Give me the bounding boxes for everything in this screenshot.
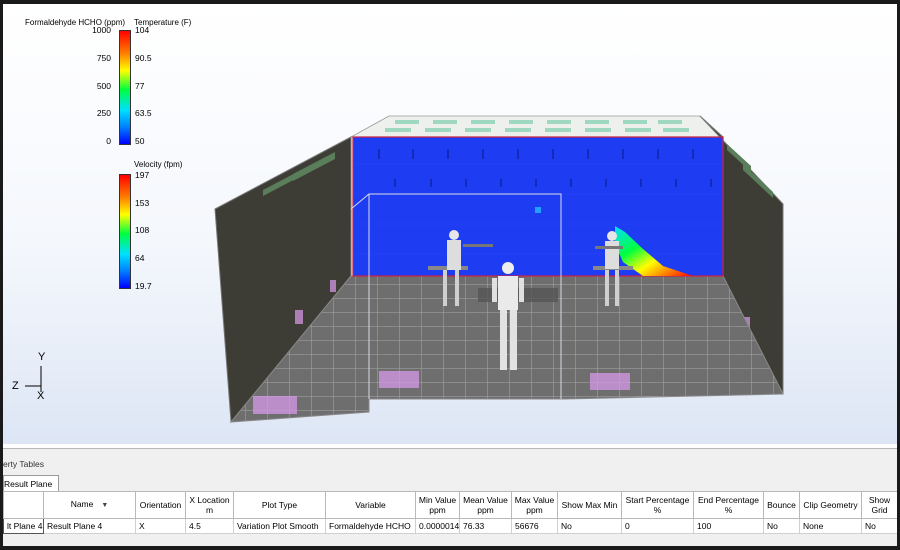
cell-start-percentage[interactable]: 0: [621, 518, 694, 534]
cell-clip-geometry[interactable]: None: [799, 518, 862, 534]
col-header-select[interactable]: [3, 491, 44, 519]
col-header-x-location[interactable]: X Location m: [185, 491, 234, 519]
cell-end-percentage[interactable]: 100: [693, 518, 764, 534]
axis-triad: [25, 366, 42, 392]
col-header-plot-type[interactable]: Plot Type: [233, 491, 326, 519]
app-window: Formaldehyde HCHO (ppm) Temperature (F) …: [3, 4, 897, 546]
sort-down-icon[interactable]: ▼: [101, 501, 108, 511]
axis-y-label: Y: [38, 351, 46, 363]
cell-max-value[interactable]: 56676: [511, 518, 558, 534]
cell-plot-type[interactable]: Variation Plot Smooth: [233, 518, 326, 534]
col-header-end-percentage[interactable]: End Percentage%: [693, 491, 764, 519]
cell-variable[interactable]: Formaldehyde HCHO: [325, 518, 416, 534]
cell-row-label[interactable]: lt Plane 4: [3, 518, 44, 534]
col-header-variable[interactable]: Variable: [325, 491, 416, 519]
col-header-bounce[interactable]: Bounce: [763, 491, 800, 519]
tab-result-plane[interactable]: Result Plane: [3, 475, 60, 492]
col-header-show-max-min[interactable]: Show Max Min: [557, 491, 622, 519]
result-plane-back: [352, 136, 724, 277]
cell-x-location[interactable]: 4.5: [185, 518, 234, 534]
col-header-min-value[interactable]: Min Value ppm: [415, 491, 460, 519]
col-header-start-percentage[interactable]: Start Percentage%: [621, 491, 694, 519]
col-header-orientation[interactable]: Orientation: [135, 491, 186, 519]
floor-vent-2: [379, 371, 419, 388]
col-header-clip-geometry[interactable]: Clip Geometry: [799, 491, 862, 519]
axis-x-label: X: [37, 390, 45, 402]
ceiling: [350, 115, 725, 138]
left-wall-vent: [295, 310, 303, 324]
cell-mean-value[interactable]: 76.33: [459, 518, 512, 534]
col-header-show-grid[interactable]: Show Grid: [861, 491, 897, 519]
col-header-mean-value[interactable]: Mean Value ppm: [459, 491, 512, 519]
3d-viewport[interactable]: Formaldehyde HCHO (ppm) Temperature (F) …: [3, 4, 897, 444]
room-scene[interactable]: [3, 4, 897, 444]
floor-vent-1: [253, 396, 297, 414]
left-wall-vent-2: [330, 280, 336, 292]
panel-title: erty Tables: [3, 459, 44, 469]
result-plane-table: Name ▼ Orientation X Location m Plot Type …: [3, 491, 897, 534]
cell-name[interactable]: Result Plane 4: [43, 518, 136, 534]
table-header-row: Name ▼ Orientation X Location m Plot Type …: [3, 491, 897, 519]
cell-show-grid[interactable]: No: [861, 518, 897, 534]
col-header-name[interactable]: Name ▼: [43, 491, 136, 519]
cell-orientation[interactable]: X: [135, 518, 186, 534]
cell-bounce[interactable]: No: [763, 518, 800, 534]
plane-marker: [535, 207, 541, 213]
floor-vent-3: [590, 373, 630, 390]
axis-z-label: Z: [12, 380, 19, 392]
cell-show-max-min[interactable]: No: [557, 518, 622, 534]
table-row[interactable]: lt Plane 4 Result Plane 4 X 4.5 Variatio…: [3, 518, 897, 534]
col-header-max-value[interactable]: Max Value ppm: [511, 491, 558, 519]
cell-min-value[interactable]: 0.0000014: [415, 518, 460, 534]
property-tables-panel: erty Tables Result Plane Name ▼ Orientati…: [3, 448, 897, 546]
